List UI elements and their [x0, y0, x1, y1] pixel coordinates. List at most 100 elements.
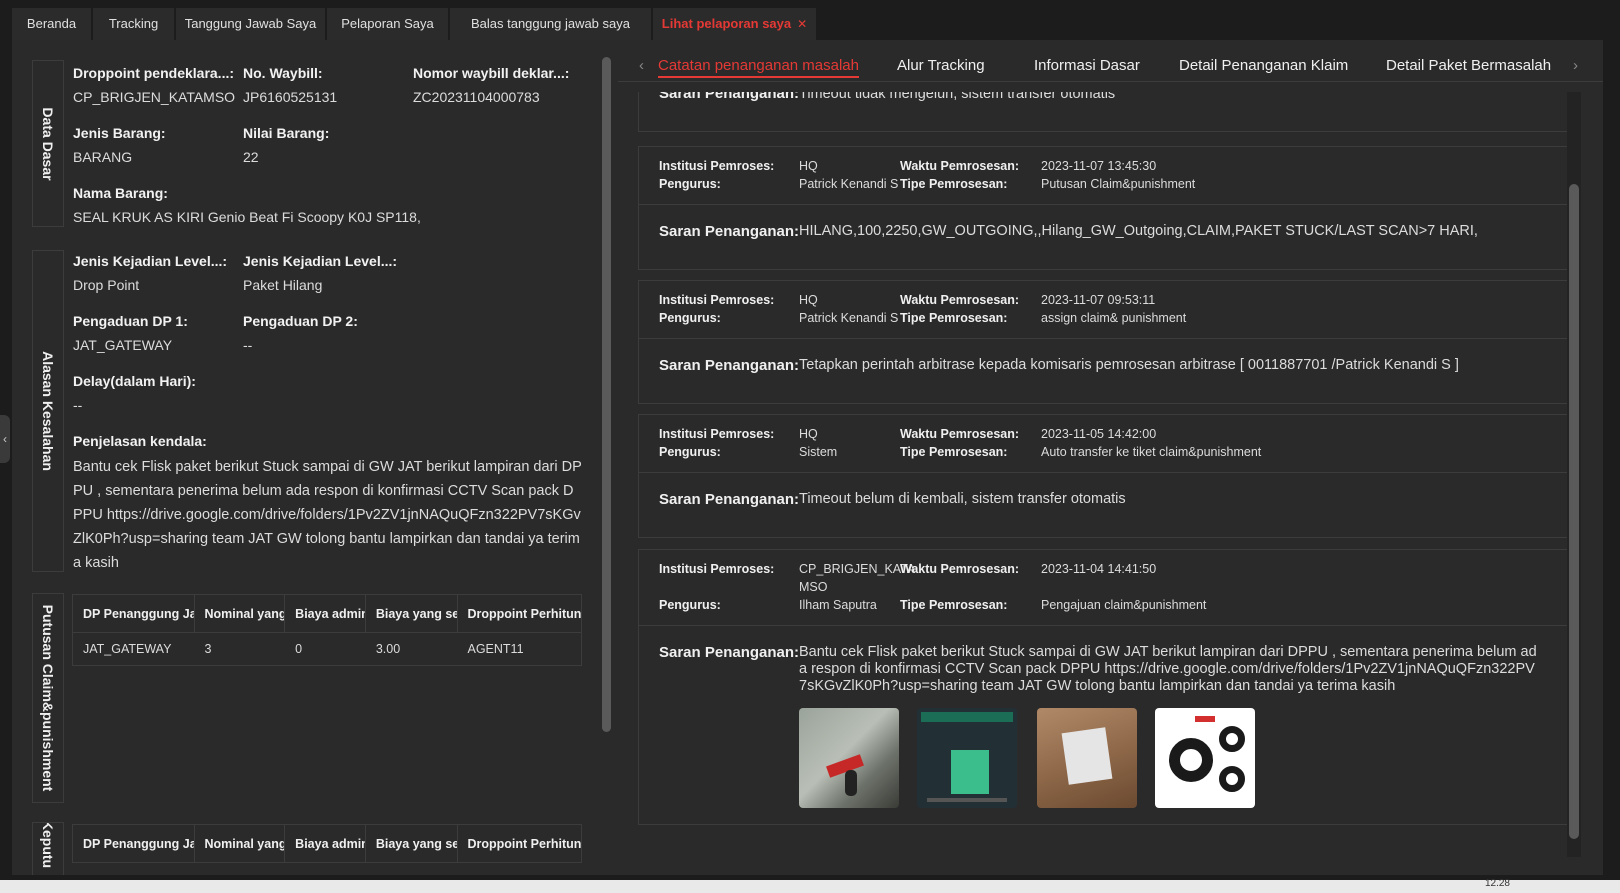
- tab-balas-tanggung-jawab[interactable]: Balas tanggung jawab saya: [450, 8, 652, 40]
- column-header: Biaya yang seharusnya: [366, 595, 458, 632]
- waybill-value: JP6160525131: [243, 89, 338, 105]
- column-header: Nominal yang: [195, 595, 286, 632]
- scrollbar-thumb[interactable]: [602, 57, 611, 732]
- column-header: Biaya yang seharusnya: [366, 825, 458, 862]
- detail-tab-bar: ‹ Catatan penanganan masalah Alur Tracki…: [618, 52, 1603, 82]
- column-header: DP Penanggung Jawab: [73, 825, 195, 862]
- clock: 12.28: [1484, 878, 1510, 889]
- tab-detail-paket-bermasalah[interactable]: Detail Paket Bermasalah: [1386, 57, 1551, 74]
- table-cell: AGENT11: [467, 642, 524, 656]
- nama-barang-value: SEAL KRUK AS KIRI Genio Beat Fi Scoopy K…: [73, 209, 421, 225]
- delay-value: --: [73, 397, 83, 413]
- tab-informasi-dasar[interactable]: Informasi Dasar: [1034, 57, 1140, 74]
- tipe-label: Tipe Pemrosesan:: [900, 598, 1008, 612]
- putusan-table: DP Penanggung Jawab Nominal yang Biaya a…: [72, 594, 582, 666]
- collapse-sidebar-button[interactable]: ‹: [0, 415, 10, 463]
- taskbar: 12.28: [0, 878, 1620, 893]
- attachment-image-screenshot[interactable]: [917, 708, 1017, 808]
- tab-alur-tracking[interactable]: Alur Tracking: [897, 57, 985, 74]
- tab-tracking[interactable]: Tracking: [93, 8, 175, 40]
- level1-value: Drop Point: [73, 277, 140, 293]
- chevron-right-icon[interactable]: ›: [1573, 57, 1578, 74]
- section-title: Data Dasar: [40, 106, 56, 181]
- pengurus-value: Ilham Saputra: [799, 598, 877, 612]
- saran-value: Timeout tidak mengeluh, sistem transfer …: [799, 92, 1116, 102]
- record-card: Institusi Pemroses: CP_BRIGJEN_KATA MSO …: [638, 549, 1568, 825]
- level1-label: Jenis Kejadian Level...:: [73, 253, 228, 269]
- record-meta: Institusi Pemroses: HQ Waktu Pemrosesan:…: [639, 147, 1567, 205]
- dp1-value: JAT_GATEWAY: [73, 337, 173, 353]
- jenis-barang-value: BARANG: [73, 149, 133, 165]
- attachment-image-cctv[interactable]: [799, 708, 899, 808]
- pengurus-label: Pengurus:: [659, 311, 721, 325]
- tab-lihat-pelaporan-saya[interactable]: Lihat pelaporan saya ✕: [653, 8, 817, 40]
- right-scrollbar[interactable]: [1567, 92, 1581, 857]
- saran-label: Saran Penanganan:: [659, 92, 800, 102]
- nama-barang-label: Nama Barang:: [73, 185, 168, 201]
- record-list: Saran Penanganan: Timeout tidak mengeluh…: [618, 92, 1581, 857]
- dp2-label: Pengaduan DP 2:: [243, 313, 358, 329]
- table-header: DP Penanggung Jawab Nominal yang Biaya a…: [73, 595, 581, 633]
- nilai-barang-value: 22: [243, 149, 259, 165]
- chevron-left-icon: ‹: [3, 432, 7, 446]
- keputusan-table: DP Penanggung Jawab Nominal yang Biaya a…: [72, 824, 582, 863]
- institusi-value: HQ: [799, 159, 818, 173]
- saran-value: HILANG,100,2250,GW_OUTGOING,,Hilang_GW_O…: [799, 223, 1478, 239]
- penjelasan-label: Penjelasan kendala:: [73, 433, 207, 449]
- waktu-value: 2023-11-05 14:42:00: [1041, 427, 1157, 441]
- tab-tanggung-jawab-saya[interactable]: Tanggung Jawab Saya: [176, 8, 326, 40]
- dp1-label: Pengaduan DP 1:: [73, 313, 188, 329]
- waktu-label: Waktu Pemrosesan:: [900, 427, 1020, 441]
- level2-label: Jenis Kejadian Level...:: [243, 253, 398, 269]
- dp2-value: --: [243, 337, 253, 353]
- level2-value: Paket Hilang: [243, 277, 323, 293]
- attachment-image-seal[interactable]: [1155, 708, 1255, 808]
- column-header: Nominal yang: [195, 825, 286, 862]
- table-cell: JAT_GATEWAY: [83, 642, 172, 656]
- tab-pelaporan-saya[interactable]: Pelaporan Saya: [327, 8, 449, 40]
- saran-value: Bantu cek Flisk paket berikut Stuck samp…: [799, 644, 1537, 694]
- tipe-value: Putusan Claim&punishment: [1041, 177, 1196, 191]
- waktu-label: Waktu Pemrosesan:: [900, 159, 1020, 173]
- pengurus-value: Patrick Kenandi S: [799, 311, 899, 325]
- section-data-dasar: Data Dasar: [32, 60, 64, 227]
- institusi-label: Institusi Pemroses:: [659, 562, 775, 576]
- attachment-image-package[interactable]: [1037, 708, 1137, 808]
- tipe-label: Tipe Pemrosesan:: [900, 177, 1008, 191]
- column-header: DP Penanggung Jawab: [73, 595, 195, 632]
- pengurus-label: Pengurus:: [659, 177, 721, 191]
- column-header: Biaya admin: [285, 825, 366, 862]
- waktu-value: 2023-11-07 13:45:30: [1041, 159, 1157, 173]
- scrollbar-thumb[interactable]: [1569, 184, 1579, 839]
- top-tab-bar: Beranda Tracking Tanggung Jawab Saya Pel…: [0, 0, 1620, 40]
- tab-detail-penanganan-klaim[interactable]: Detail Penanganan Klaim: [1179, 57, 1348, 74]
- record-meta: Institusi Pemroses: HQ Waktu Pemrosesan:…: [639, 415, 1567, 473]
- tipe-value: Auto transfer ke tiket claim&punishment: [1041, 445, 1262, 459]
- table-header: DP Penanggung Jawab Nominal yang Biaya a…: [73, 825, 581, 863]
- institusi-label: Institusi Pemroses:: [659, 159, 775, 173]
- section-title: Keputu: [40, 822, 56, 868]
- waktu-value: 2023-11-04 14:41:50: [1041, 562, 1157, 576]
- institusi-value: HQ: [799, 427, 818, 441]
- tab-beranda[interactable]: Beranda: [12, 8, 92, 40]
- institusi-label: Institusi Pemroses:: [659, 427, 775, 441]
- nomor-waybill-value: ZC20231104000783: [413, 89, 540, 105]
- record-meta: Institusi Pemroses: HQ Waktu Pemrosesan:…: [639, 281, 1567, 339]
- tipe-value: assign claim& punishment: [1041, 311, 1187, 325]
- close-icon[interactable]: ✕: [797, 17, 807, 31]
- chevron-left-icon[interactable]: ‹: [639, 57, 644, 74]
- table-cell: 3: [204, 642, 212, 656]
- record-card: Institusi Pemroses: HQ Waktu Pemrosesan:…: [638, 414, 1568, 538]
- section-keputusan: Keputu: [32, 822, 64, 875]
- delay-label: Delay(dalam Hari):: [73, 373, 196, 389]
- pengurus-value: Sistem: [799, 445, 838, 459]
- institusi-value-cont: MSO: [799, 580, 828, 594]
- tab-catatan-penanganan[interactable]: Catatan penanganan masalah: [658, 57, 859, 78]
- record-card: Saran Penanganan: Timeout tidak mengeluh…: [638, 92, 1568, 132]
- nomor-waybill-label: Nomor waybill deklar...:: [413, 65, 570, 81]
- tipe-label: Tipe Pemrosesan:: [900, 311, 1008, 325]
- jenis-barang-label: Jenis Barang:: [73, 125, 166, 141]
- left-scrollbar[interactable]: [600, 57, 612, 732]
- saran-value: Timeout belum di kembali, sistem transfe…: [799, 491, 1126, 507]
- waktu-value: 2023-11-07 09:53:11: [1041, 293, 1156, 307]
